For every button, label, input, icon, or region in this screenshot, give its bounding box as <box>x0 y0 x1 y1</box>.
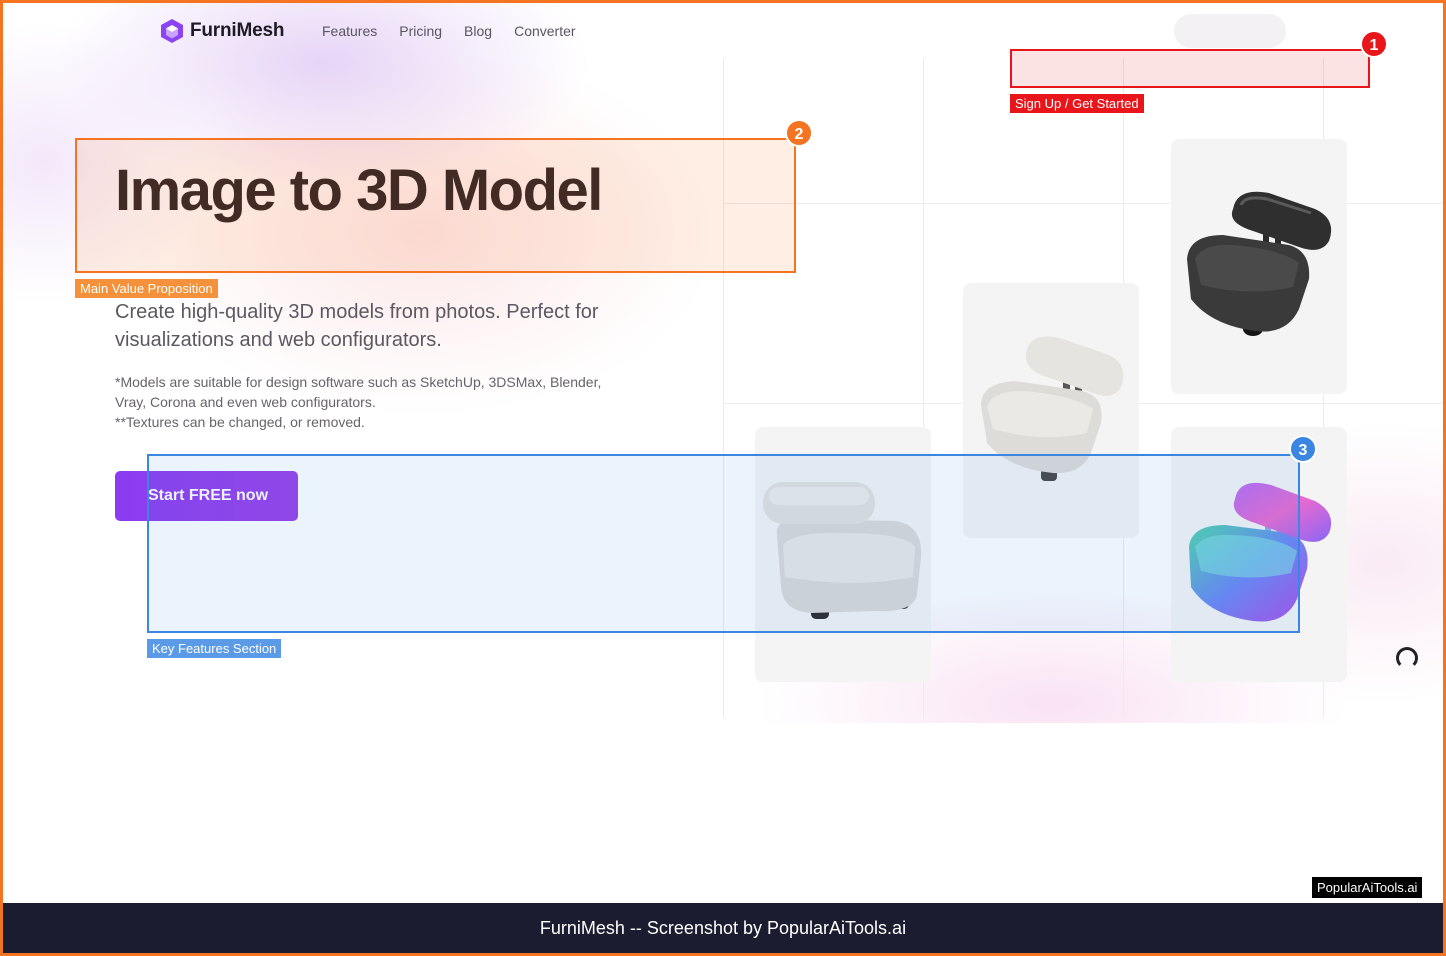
loading-spinner-icon <box>1396 647 1418 669</box>
annotation-2-number: 2 <box>785 119 813 147</box>
annotation-1-number: 1 <box>1360 30 1388 58</box>
hero-note-textures: **Textures can be changed, or removed. <box>115 414 365 430</box>
brand-logo[interactable]: FurniMesh <box>160 18 284 44</box>
nav-blog[interactable]: Blog <box>464 23 492 39</box>
header-action-button[interactable] <box>1174 14 1286 48</box>
black-mesh-chair-image <box>1187 191 1332 336</box>
annotation-1-box[interactable] <box>1010 49 1370 88</box>
annotation-3-label: Key Features Section <box>147 639 282 658</box>
nav-converter[interactable]: Converter <box>514 23 575 39</box>
nav-features[interactable]: Features <box>322 23 377 39</box>
main-nav: Features Pricing Blog Converter <box>322 23 598 39</box>
watermark-badge: PopularAiTools.ai <box>1312 877 1423 898</box>
model-card-mesh[interactable] <box>1171 139 1347 394</box>
annotation-2-label: Main Value Proposition <box>75 279 218 298</box>
footer-caption: FurniMesh -- Screenshot by PopularAiTool… <box>539 917 907 938</box>
hero-note-software: *Models are suitable for design software… <box>115 374 602 410</box>
screenshot-footer: FurniMesh -- Screenshot by PopularAiTool… <box>3 903 1443 953</box>
logo-icon <box>161 19 183 43</box>
annotation-3-box <box>147 454 1300 633</box>
annotation-1-label: Sign Up / Get Started <box>1010 94 1144 113</box>
annotation-3-number: 3 <box>1289 435 1317 463</box>
annotation-2-box <box>75 138 796 273</box>
nav-pricing[interactable]: Pricing <box>399 23 442 39</box>
hero-notes: *Models are suitable for design software… <box>115 372 635 432</box>
hero-subtitle: Create high-quality 3D models from photo… <box>115 301 599 351</box>
brand-name: FurniMesh <box>190 20 285 41</box>
